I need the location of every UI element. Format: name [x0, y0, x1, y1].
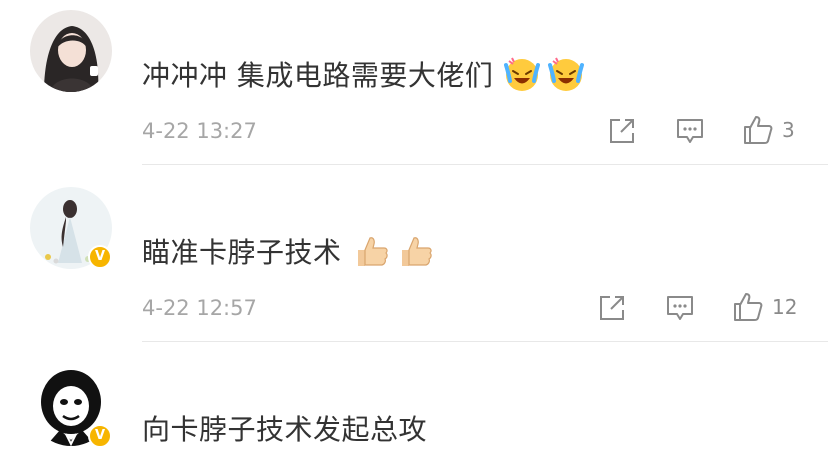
verified-badge: V — [88, 424, 112, 448]
verified-badge: V — [88, 245, 112, 269]
divider — [142, 341, 828, 342]
comment-text: 冲冲冲 集成电路需要大佬们 — [142, 59, 494, 92]
divider — [142, 164, 828, 165]
like-icon — [734, 293, 763, 321]
thumbs-up-emoji — [352, 232, 390, 270]
comment-time: 4-22 12:57 — [142, 296, 257, 320]
laugh-cry-emoji — [547, 55, 585, 93]
share-button[interactable] — [598, 294, 626, 322]
laugh-cry-emoji — [503, 55, 541, 93]
like-count: 3 — [782, 118, 795, 142]
share-icon — [600, 296, 624, 320]
comment-icon — [677, 119, 703, 143]
like-button[interactable]: 3 — [742, 114, 795, 146]
like-button[interactable]: 12 — [732, 291, 797, 323]
like-count: 12 — [772, 295, 798, 319]
avatar[interactable] — [30, 10, 112, 92]
comment-text-row: 冲冲冲 集成电路需要大佬们 — [142, 52, 585, 96]
share-button[interactable] — [608, 117, 636, 145]
comment-text-row: 向卡脖子技术发起总攻 — [142, 406, 427, 450]
comment-icon — [667, 296, 693, 320]
comment-time: 4-22 13:27 — [142, 119, 257, 143]
comment-text: 向卡脖子技术发起总攻 — [142, 413, 428, 446]
comment-button[interactable] — [676, 118, 704, 144]
like-icon — [744, 116, 773, 144]
comment-text: 瞄准卡脖子技术 — [142, 236, 342, 269]
comment-button[interactable] — [666, 295, 694, 321]
comment-text-row: 瞄准卡脖子技术 — [142, 229, 434, 273]
thumbs-up-emoji — [396, 232, 434, 270]
share-icon — [610, 119, 634, 143]
